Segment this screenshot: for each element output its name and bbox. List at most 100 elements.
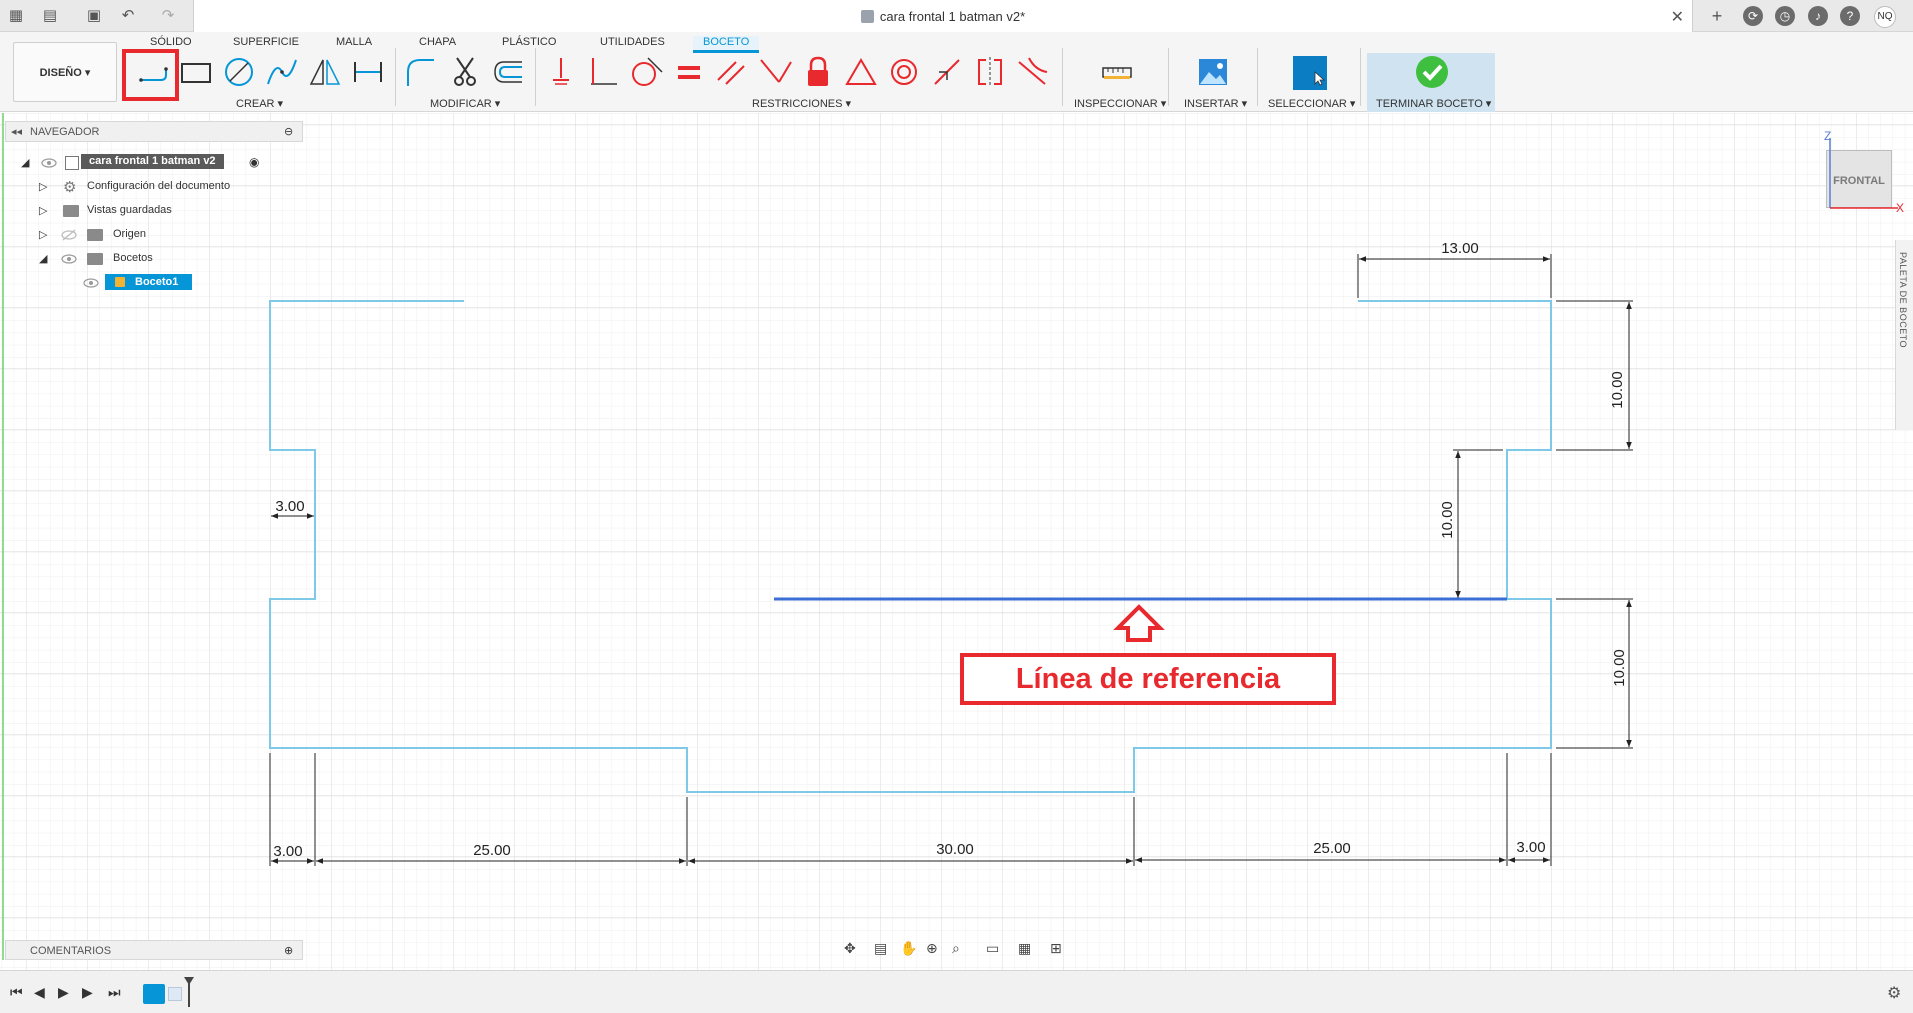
mirror-tool[interactable] [307,54,343,90]
dim-bottom-right-notch[interactable]: 3.00 [1516,839,1545,856]
measure-tool[interactable] [1099,54,1135,90]
grid-settings-icon[interactable]: ▦ [1018,940,1031,957]
fillet-tool[interactable] [402,54,438,90]
tab-sheet-metal[interactable]: CHAPA [419,36,456,48]
concentric-tool[interactable] [886,54,922,90]
look-at-icon[interactable]: ▤ [874,940,887,957]
fix-constraint-tool[interactable] [543,54,579,90]
dim-bottom-right-span[interactable]: 25.00 [1313,840,1351,857]
tab-surface[interactable]: SUPERFICIE [233,36,299,48]
equal-tool[interactable] [671,54,707,90]
expand-triangle-icon[interactable]: ▷ [39,205,51,217]
tab-utilities[interactable]: UTILIDADES [600,36,665,48]
undo-icon[interactable]: ↶ [118,6,138,26]
dim-right-bottom-height[interactable]: 10.00 [1611,649,1628,687]
visibility-eye-icon[interactable] [41,157,57,169]
parallel-tool[interactable] [714,54,750,90]
timeline-settings-icon[interactable]: ⚙ [1887,983,1901,1003]
curvature-tool[interactable] [1015,54,1051,90]
dim-bottom-left-notch[interactable]: 3.00 [273,843,302,860]
hidden-eye-icon[interactable] [61,229,77,241]
tab-plastic[interactable]: PLÁSTICO [502,36,556,48]
step-back-icon[interactable]: ◀ [34,984,45,1001]
modify-group-label[interactable]: MODIFICAR ▾ [430,97,500,110]
step-forward-icon[interactable]: ▶ [82,984,93,1001]
triangle-constraint-tool[interactable] [843,54,879,90]
tangent-tool[interactable] [628,54,664,90]
insert-image-tool[interactable] [1195,54,1231,90]
timeline-feature-icon[interactable] [168,987,182,1001]
go-to-start-icon[interactable]: ⏮ [10,984,23,1001]
file-icon[interactable]: ▤ [40,6,60,26]
dim-top-right-width[interactable]: 13.00 [1441,240,1479,257]
job-status-icon[interactable]: ◷ [1775,6,1795,26]
new-tab-icon[interactable]: + [1707,6,1727,26]
apps-grid-icon[interactable]: ▦ [6,6,26,26]
dim-bottom-left-span[interactable]: 25.00 [473,842,511,859]
add-comment-icon[interactable]: ⊕ [284,944,293,957]
symmetry-tool[interactable] [972,54,1008,90]
zoom-icon[interactable]: ⊕ [926,940,938,957]
tree-item-origin[interactable]: ▷ Origen [39,225,279,245]
viewports-icon[interactable]: ⊞ [1050,940,1062,957]
spline-tool[interactable] [264,54,300,90]
timeline-marker-icon[interactable] [184,977,194,1007]
collapse-triangle-icon[interactable]: ◢ [39,253,51,265]
tree-item-sketch1[interactable]: Boceto1 [79,273,279,293]
constraints-group-label[interactable]: RESTRICCIONES ▾ [752,97,851,110]
collapse-triangle-icon[interactable]: ◢ [21,157,33,169]
redo-icon[interactable]: ↷ [158,6,178,26]
dimension-tool[interactable] [350,54,386,90]
help-icon[interactable]: ? [1840,6,1860,26]
coincident-tool[interactable] [757,54,793,90]
orbit-icon[interactable]: ✥ [844,940,856,957]
root-component-label[interactable]: cara frontal 1 batman v2 [81,154,224,169]
expand-triangle-icon[interactable]: ▷ [39,181,51,193]
activate-radio-icon[interactable]: ◉ [249,155,259,169]
finish-group-label[interactable]: TERMINAR BOCETO ▾ [1376,97,1491,110]
user-avatar[interactable]: NQ [1874,6,1896,28]
navigator-minimize-icon[interactable]: ⊖ [284,125,293,138]
notifications-icon[interactable]: ♪ [1808,6,1828,26]
expand-triangle-icon[interactable]: ▷ [39,229,51,241]
create-group-label[interactable]: CREAR ▾ [236,97,283,110]
offset-tool[interactable] [490,54,526,90]
extensions-icon[interactable]: ⟳ [1743,6,1763,26]
perpendicular-tool[interactable] [585,54,621,90]
insert-group-label[interactable]: INSERTAR ▾ [1184,97,1247,110]
dim-bottom-center-span[interactable]: 30.00 [936,841,974,858]
midpoint-tool[interactable] [929,54,965,90]
tab-solid[interactable]: SÓLIDO [150,36,192,48]
tree-item-sketches[interactable]: ◢ Bocetos [39,249,279,269]
rectangle-tool[interactable] [178,54,214,90]
workspace-selector[interactable]: DISEÑO ▾ [13,42,117,102]
fit-icon[interactable]: ⌕ [952,940,960,957]
inspect-group-label[interactable]: INSPECCIONAR ▾ [1074,97,1166,110]
tab-mesh[interactable]: MALLA [336,36,372,48]
dim-right-inner-height[interactable]: 10.00 [1439,501,1456,539]
tree-root[interactable]: ◢ cara frontal 1 batman v2 ◉ [21,153,281,173]
lock-constraint-tool[interactable] [800,54,836,90]
play-icon[interactable]: ▶ [58,984,69,1001]
tree-item-saved-views[interactable]: ▷ Vistas guardadas [39,201,279,221]
tree-item-document-settings[interactable]: ▷ ⚙ Configuración del documento [39,177,279,197]
document-tab[interactable]: cara frontal 1 batman v2* ✕ [193,0,1693,32]
timeline-sketch-feature[interactable] [143,984,165,1004]
select-tool[interactable] [1291,54,1327,90]
save-icon[interactable]: ▣ [84,6,104,26]
trim-tool[interactable] [447,54,483,90]
sketch-palette-tab[interactable]: PALETA DE BOCETO [1895,240,1913,430]
collapse-panel-icon[interactable]: ◂◂ [11,125,22,138]
pan-icon[interactable]: ✋ [900,940,917,957]
comments-panel[interactable]: COMENTARIOS ⊕ [5,940,303,960]
dim-right-top-height[interactable]: 10.00 [1609,371,1626,409]
display-settings-icon[interactable]: ▭ [986,940,999,957]
visibility-eye-icon[interactable] [83,277,99,289]
circle-tool[interactable] [221,54,257,90]
go-to-end-icon[interactable]: ⏭ [108,984,121,1001]
select-group-label[interactable]: SELECCIONAR ▾ [1268,97,1355,110]
close-tab-icon[interactable]: ✕ [1671,7,1684,27]
finish-sketch-button[interactable] [1414,54,1450,90]
tab-sketch[interactable]: BOCETO [693,36,760,53]
visibility-eye-icon[interactable] [61,253,77,265]
